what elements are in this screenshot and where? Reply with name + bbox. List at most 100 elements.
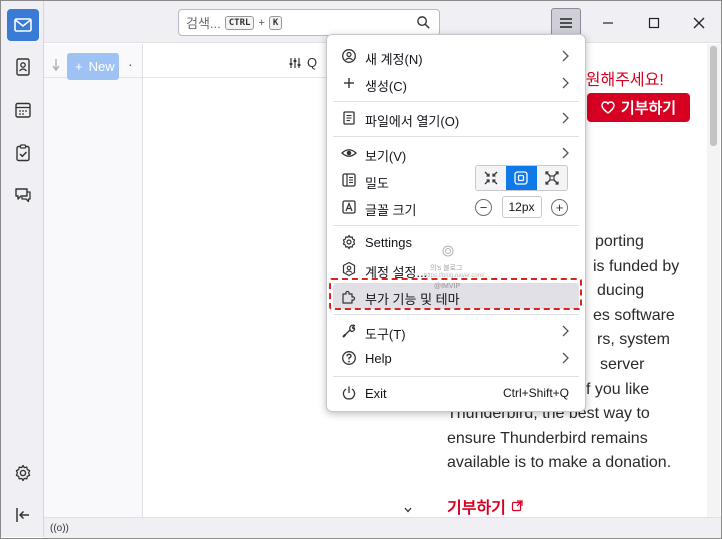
watermark-logo-icon [442, 245, 454, 257]
menu-item-label: 새 계정(N) [365, 52, 423, 67]
new-account-icon [342, 49, 356, 63]
collapse-left-icon [16, 508, 29, 522]
plus-icon [344, 78, 354, 88]
watermark-line: https://blog.naver.com/... [424, 273, 490, 279]
quick-filter-button[interactable]: Q [289, 55, 317, 70]
menu-item-help[interactable]: Help [333, 345, 579, 371]
menu-separator [333, 136, 579, 137]
new-message-button[interactable]: + New [67, 53, 119, 80]
menu-item-tools[interactable]: 도구(T) [333, 318, 579, 344]
heart-icon [601, 101, 615, 114]
normal-density-icon [514, 171, 529, 185]
chevron-right-icon [562, 77, 569, 89]
chevron-right-icon [562, 112, 569, 124]
menu-separator [333, 376, 579, 377]
external-link-icon [511, 500, 523, 512]
chevron-right-icon [562, 352, 569, 364]
gear-icon [15, 464, 31, 482]
menu-item-label: 글꼴 크기 [365, 203, 417, 218]
font-size-icon [342, 200, 356, 214]
hamburger-icon [560, 17, 572, 28]
watermark-line: 의's 블로그 [430, 265, 463, 272]
plus-icon: + [75, 59, 83, 74]
online-status-indicator[interactable]: ((o)) [50, 523, 69, 534]
minus-icon: − [479, 199, 488, 215]
mail-space-button[interactable] [7, 9, 39, 41]
chevron-right-icon [562, 325, 569, 337]
menu-item-label: 밀도 [365, 176, 389, 191]
scrollbar-thumb[interactable] [710, 46, 717, 146]
density-compact-button[interactable] [476, 166, 507, 190]
menu-item-open-file[interactable]: 파일에서 열기(O) [333, 105, 579, 131]
eye-icon [341, 149, 357, 157]
start-page-scrollbar[interactable] [707, 44, 720, 517]
blog-watermark: 의's 블로그 https://blog.naver.com/... @IMVI… [424, 245, 489, 295]
description-line: available is to make a donation. [447, 454, 672, 472]
chat-icon [15, 188, 31, 203]
chevron-right-icon [562, 147, 569, 159]
folder-pane: + New · [44, 44, 143, 517]
collapse-spaces-button[interactable] [7, 499, 39, 531]
settings-space-button[interactable] [7, 457, 39, 489]
menu-item-new-account[interactable]: 새 계정(N) [333, 43, 579, 69]
font-size-increase-button[interactable]: + [551, 198, 568, 216]
tasks-icon [16, 144, 30, 162]
donate-button-label: 기부하기 [620, 100, 677, 117]
search-icon [417, 16, 430, 29]
density-touch-button[interactable] [536, 166, 567, 190]
address-book-icon [16, 58, 30, 76]
density-selector [475, 165, 568, 191]
menu-item-label: 생성(C) [365, 79, 407, 94]
donate-link[interactable]: 기부하기 [447, 494, 523, 518]
maximize-button[interactable] [639, 9, 669, 37]
font-size-value[interactable]: 12px [501, 196, 542, 218]
filter-sliders-icon [289, 57, 301, 68]
tasks-space-button[interactable] [7, 137, 39, 169]
exit-shortcut: Ctrl+Shift+Q [502, 386, 569, 400]
close-button[interactable] [684, 9, 714, 37]
app-menu-popup: 새 계정(N) 생성(C) 파일에서 열기(O) 보기(V) 밀도 글꼴 크기 [326, 34, 586, 412]
menu-separator [333, 225, 579, 226]
watermark-line: @IMVIP [434, 283, 461, 290]
description-line: ensure Thunderbird remains [447, 429, 648, 447]
new-message-label: New [88, 59, 115, 74]
status-bar: ((o)) [44, 517, 721, 538]
density-normal-button[interactable] [506, 166, 537, 190]
mail-icon [14, 18, 32, 32]
tools-icon [342, 324, 356, 338]
global-search-input[interactable]: 검색... CTRL + K [178, 9, 440, 36]
menu-item-create[interactable]: 생성(C) [333, 70, 579, 96]
address-book-space-button[interactable] [7, 51, 39, 83]
quick-filter-label: Q [307, 55, 318, 70]
menu-item-label: Exit [365, 386, 387, 401]
shortcut-plus: + [258, 16, 265, 29]
menu-item-label: Settings [365, 235, 412, 250]
font-size-decrease-button[interactable]: − [475, 198, 492, 216]
power-icon [342, 386, 356, 400]
spaces-toolbar [1, 1, 44, 537]
shortcut-key-ctrl: CTRL [224, 15, 255, 30]
chevron-right-icon [562, 50, 569, 62]
chat-space-button[interactable] [7, 179, 39, 211]
account-settings-icon [342, 261, 356, 277]
minimize-button[interactable] [593, 9, 623, 37]
folder-pane-toolbar: + New · [44, 44, 142, 80]
font-size-controls: − 12px + [475, 195, 568, 219]
help-icon [342, 351, 356, 365]
fetch-mail-icon[interactable] [52, 58, 60, 72]
menu-item-exit[interactable]: Exit Ctrl+Shift+Q [333, 380, 579, 406]
open-file-icon [343, 111, 355, 125]
menu-item-label: 보기(V) [365, 149, 407, 164]
shortcut-key-k: K [268, 15, 283, 30]
plus-icon: + [555, 199, 564, 215]
folder-pane-options-icon[interactable]: · [128, 56, 133, 72]
app-menu-button[interactable] [551, 8, 581, 37]
calendar-space-button[interactable] [7, 94, 39, 126]
search-placeholder: 검색... [186, 16, 221, 31]
menu-item-label: Help [365, 351, 392, 366]
menu-item-label: 도구(T) [365, 327, 406, 342]
menu-item-view[interactable]: 보기(V) [333, 140, 579, 166]
menu-separator [333, 101, 579, 102]
donate-button[interactable]: 기부하기 [587, 93, 690, 122]
scroll-down-arrow-icon[interactable] [404, 507, 412, 513]
